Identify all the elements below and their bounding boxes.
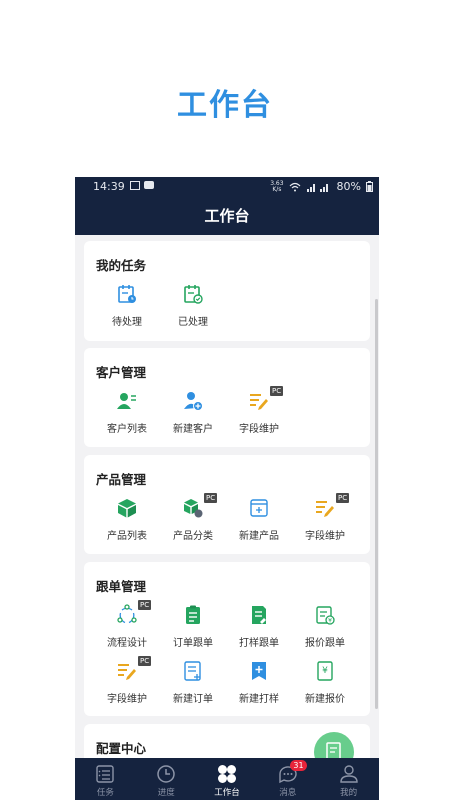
svg-text:¥: ¥ bbox=[328, 618, 332, 625]
card-my-tasks: 我的任务 待处理 已处理 bbox=[84, 241, 370, 341]
item-sample-tracking[interactable]: 打样跟单 bbox=[227, 604, 291, 649]
pc-badge: PC bbox=[204, 493, 218, 503]
tab-mine[interactable]: 我的 bbox=[318, 758, 379, 800]
item-order-field-maintenance[interactable]: PC 字段维护 bbox=[95, 656, 159, 705]
item-label: 客户列表 bbox=[107, 424, 147, 435]
new-product-icon bbox=[248, 497, 270, 519]
item-label: 字段维护 bbox=[107, 694, 147, 705]
signal-icon bbox=[306, 183, 328, 192]
user-icon bbox=[338, 763, 360, 785]
item-label: 产品列表 bbox=[107, 531, 147, 542]
phone-screen: 14:39 3.63 K/s 80% 工作台 我的任务 待处理 已处理 客户管理… bbox=[75, 177, 379, 800]
item-label: 字段维护 bbox=[239, 424, 279, 435]
item-order-tracking[interactable]: 订单跟单 bbox=[161, 604, 225, 649]
image-notification-icon bbox=[130, 181, 140, 190]
card-order-tracking: 跟单管理 PC 流程设计 订单跟单 打样跟单 ¥ 报价跟单 PC 字段维护 新建… bbox=[84, 562, 370, 716]
card-product-management: 产品管理 产品列表 PC 产品分类 新建产品 PC 字段维护 bbox=[84, 455, 370, 554]
calendar-check-icon bbox=[182, 283, 204, 305]
category-icon bbox=[182, 497, 204, 519]
item-customer-field-maintenance[interactable]: PC 字段维护 bbox=[227, 386, 291, 435]
item-pending[interactable]: 待处理 bbox=[95, 283, 159, 328]
new-order-icon bbox=[182, 660, 204, 682]
tab-tasks[interactable]: 任务 bbox=[75, 758, 136, 800]
item-label: 新建报价 bbox=[305, 694, 345, 705]
svg-text:¥: ¥ bbox=[322, 666, 328, 676]
flow-icon bbox=[116, 604, 138, 626]
add-user-icon bbox=[182, 390, 204, 412]
item-label: 待处理 bbox=[112, 317, 142, 328]
item-customer-list[interactable]: 客户列表 bbox=[95, 390, 159, 435]
battery-icon bbox=[366, 181, 373, 192]
new-sample-icon bbox=[248, 660, 270, 682]
cube-icon bbox=[116, 497, 138, 519]
section-title: 客户管理 bbox=[96, 365, 147, 380]
section-title: 跟单管理 bbox=[96, 579, 147, 594]
item-label: 新建打样 bbox=[239, 694, 279, 705]
field-edit-icon bbox=[314, 497, 336, 519]
battery-level: 80% bbox=[336, 180, 361, 193]
item-label: 打样跟单 bbox=[239, 638, 279, 649]
page-title: 工作台 bbox=[75, 197, 379, 235]
message-notification-icon bbox=[144, 181, 154, 189]
item-product-field-maintenance[interactable]: PC 字段维护 bbox=[293, 493, 357, 542]
bottom-tab-bar: 任务 进度 工作台 31 消息 我的 bbox=[75, 758, 379, 800]
item-product-category[interactable]: PC 产品分类 bbox=[161, 493, 225, 542]
pc-badge: PC bbox=[138, 600, 152, 610]
item-label: 已处理 bbox=[178, 317, 208, 328]
item-processed[interactable]: 已处理 bbox=[161, 283, 225, 328]
pc-badge: PC bbox=[138, 656, 152, 666]
network-speed: 3.63 K/s bbox=[270, 179, 284, 193]
user-list-icon bbox=[116, 390, 138, 412]
sample-doc-icon bbox=[248, 604, 270, 626]
item-label: 字段维护 bbox=[305, 531, 345, 542]
calendar-clock-icon bbox=[116, 283, 138, 305]
item-flow-design[interactable]: PC 流程设计 bbox=[95, 600, 159, 649]
quote-doc-icon: ¥ bbox=[314, 604, 336, 626]
item-label: 新建客户 bbox=[173, 424, 213, 435]
promo-title: 工作台 bbox=[177, 88, 273, 123]
scrollbar[interactable] bbox=[375, 299, 378, 709]
status-time: 14:39 bbox=[93, 180, 125, 193]
tab-label: 工作台 bbox=[214, 788, 240, 798]
floating-action-button[interactable] bbox=[314, 732, 354, 758]
clock-icon bbox=[155, 763, 177, 785]
item-product-list[interactable]: 产品列表 bbox=[95, 497, 159, 542]
tab-progress[interactable]: 进度 bbox=[136, 758, 197, 800]
item-new-quote[interactable]: ¥ 新建报价 bbox=[293, 660, 357, 705]
tab-workbench[interactable]: 工作台 bbox=[197, 758, 258, 800]
item-label: 流程设计 bbox=[107, 638, 147, 649]
item-label: 报价跟单 bbox=[305, 638, 345, 649]
new-quote-icon: ¥ bbox=[314, 660, 336, 682]
item-label: 新建产品 bbox=[239, 531, 279, 542]
item-new-order[interactable]: 新建订单 bbox=[161, 660, 225, 705]
tab-label: 任务 bbox=[96, 788, 114, 798]
tab-label: 进度 bbox=[157, 788, 175, 798]
tab-label: 消息 bbox=[279, 788, 297, 798]
section-title: 配置中心 bbox=[96, 741, 147, 756]
item-new-customer[interactable]: 新建客户 bbox=[161, 390, 225, 435]
unread-badge: 31 bbox=[290, 760, 307, 771]
field-edit-icon bbox=[248, 390, 270, 412]
wifi-icon bbox=[289, 182, 300, 191]
tab-messages[interactable]: 31 消息 bbox=[257, 758, 318, 800]
tab-label: 我的 bbox=[340, 788, 358, 798]
pc-badge: PC bbox=[336, 493, 350, 503]
section-title: 我的任务 bbox=[96, 258, 147, 273]
document-icon bbox=[326, 742, 341, 758]
clipboard-icon bbox=[182, 604, 204, 626]
item-label: 订单跟单 bbox=[173, 638, 213, 649]
field-edit-icon bbox=[116, 660, 138, 682]
item-new-product[interactable]: 新建产品 bbox=[227, 497, 291, 542]
task-list-icon bbox=[94, 763, 116, 785]
item-label: 新建订单 bbox=[173, 694, 213, 705]
clover-grid-icon bbox=[216, 763, 238, 785]
card-customer-management: 客户管理 客户列表 新建客户 PC 字段维护 bbox=[84, 348, 370, 447]
workbench-content[interactable]: 我的任务 待处理 已处理 客户管理 客户列表 新建客户 PC 字段维护 产品管理… bbox=[75, 235, 379, 758]
item-quote-tracking[interactable]: ¥ 报价跟单 bbox=[293, 604, 357, 649]
item-label: 产品分类 bbox=[173, 531, 213, 542]
item-new-sample[interactable]: 新建打样 bbox=[227, 660, 291, 705]
status-bar: 14:39 3.63 K/s 80% bbox=[75, 177, 379, 197]
section-title: 产品管理 bbox=[96, 472, 147, 487]
pc-badge: PC bbox=[270, 386, 284, 396]
